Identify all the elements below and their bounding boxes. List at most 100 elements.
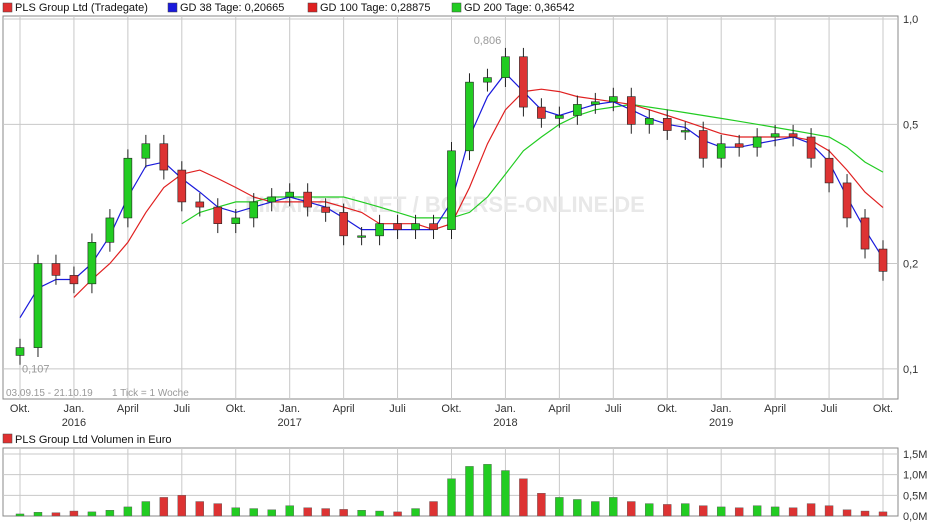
volume-bar xyxy=(195,501,204,517)
volume-bar xyxy=(87,511,97,517)
volume-bar xyxy=(752,505,762,517)
x-year-label: 2019 xyxy=(709,417,733,429)
candle-body xyxy=(788,133,798,138)
x-tick-label: Juli xyxy=(605,403,622,415)
volume-bar xyxy=(716,506,726,517)
x-tick-label: Okt. xyxy=(657,403,677,415)
volume-bar xyxy=(788,507,798,517)
volume-bar xyxy=(645,503,654,517)
volume-bar xyxy=(159,497,169,517)
volume-bar xyxy=(393,511,402,517)
volume-bar xyxy=(231,507,240,517)
volume-bar xyxy=(375,510,384,517)
candle-body xyxy=(806,136,816,159)
x-tick-label: Jan. xyxy=(711,403,732,415)
x-tick-label: Okt. xyxy=(873,403,893,415)
volume-bar xyxy=(860,510,870,517)
candle-body xyxy=(177,169,187,203)
volume-bar xyxy=(734,507,744,517)
x-year-label: 2016 xyxy=(62,417,86,429)
volume-bar xyxy=(69,510,79,517)
volume-bar xyxy=(609,497,618,517)
legend-swatch-gd100 xyxy=(307,2,318,13)
candle-body xyxy=(626,96,636,125)
candle-body xyxy=(573,104,582,116)
volume-bar xyxy=(501,470,510,517)
volume-bar xyxy=(33,512,43,517)
candle-body xyxy=(465,81,474,152)
volume-bar xyxy=(806,503,816,517)
vol-y-tick-label: 0,0M xyxy=(903,511,927,523)
x-year-label: 2018 xyxy=(493,417,517,429)
volume-bar xyxy=(663,504,672,517)
x-tick-label: Jan. xyxy=(495,403,516,415)
candle-body xyxy=(411,223,420,230)
vol-y-tick-label: 1,5M xyxy=(903,449,927,461)
volume-bar xyxy=(339,509,348,517)
x-tick-label: April xyxy=(764,403,786,415)
candle-body xyxy=(357,235,366,238)
volume-bar xyxy=(591,501,600,517)
volume-bar xyxy=(681,503,690,517)
volume-bar xyxy=(878,511,888,517)
x-tick-label: Juli xyxy=(389,403,406,415)
candle-body xyxy=(734,143,744,148)
x-tick-label: Jan. xyxy=(64,403,85,415)
candle-body xyxy=(537,106,546,119)
y-tick-label: 1,0 xyxy=(903,14,918,26)
annotation-label: 0,806 xyxy=(474,35,502,47)
candle-body xyxy=(860,217,870,250)
candle-body xyxy=(141,143,151,159)
volume-bar xyxy=(483,464,492,517)
candle-body xyxy=(249,201,259,219)
volume-bar xyxy=(141,501,151,517)
volume-bar xyxy=(267,509,276,517)
candle-body xyxy=(842,182,852,219)
volume-bar xyxy=(105,510,115,517)
volume-bar xyxy=(627,501,636,517)
y-tick-label: 0,1 xyxy=(903,364,918,376)
candle-body xyxy=(609,96,618,103)
candle-body xyxy=(105,217,115,243)
volume-bar xyxy=(285,505,294,517)
candle-body xyxy=(123,157,133,219)
x-tick-label: Okt. xyxy=(10,403,30,415)
candle-body xyxy=(321,206,330,213)
candle-body xyxy=(591,101,600,105)
legend: PLS Group Ltd (Tradegate) GD 38 Tage: 0,… xyxy=(2,2,575,14)
y-axis-main: 1,0 0,5 0,2 0,1 xyxy=(903,14,918,376)
candle-body xyxy=(752,136,762,148)
volume-bar xyxy=(177,495,187,517)
candle-body xyxy=(501,56,510,78)
volume-bar xyxy=(357,510,366,517)
legend-price: PLS Group Ltd (Tradegate) xyxy=(15,2,148,14)
candle-body xyxy=(51,263,61,276)
legend-swatch-gd38 xyxy=(167,2,178,13)
candle-body xyxy=(231,217,241,224)
candle-body xyxy=(555,115,564,119)
tick-note: 1 Tick = 1 Woche xyxy=(112,388,189,399)
volume-bar xyxy=(321,508,330,517)
vol-y-tick-label: 0,5M xyxy=(903,490,927,502)
volume-bar xyxy=(573,499,582,517)
candle-body xyxy=(87,242,97,285)
volume-bar xyxy=(303,507,312,517)
candle-body xyxy=(698,130,708,159)
price-chart: PLS Group Ltd (Tradegate) GD 38 Tage: 0,… xyxy=(2,2,927,523)
x-tick-label: Juli xyxy=(821,403,838,415)
candle-body xyxy=(483,77,492,83)
y-tick-label: 0,2 xyxy=(903,259,918,271)
candle-body xyxy=(15,347,25,356)
candle-body xyxy=(267,196,277,203)
volume-bar xyxy=(770,506,780,517)
candle-body xyxy=(69,275,79,285)
volume-bar xyxy=(15,513,25,517)
candle-body xyxy=(429,223,438,230)
volume-bar xyxy=(51,512,61,517)
candle-body xyxy=(159,143,169,171)
legend-gd38: GD 38 Tage: 0,20665 xyxy=(180,2,284,14)
volume-bar xyxy=(123,506,133,517)
volume-bar xyxy=(411,508,420,517)
candle-body xyxy=(393,223,402,230)
legend-gd200: GD 200 Tage: 0,36542 xyxy=(464,2,575,14)
